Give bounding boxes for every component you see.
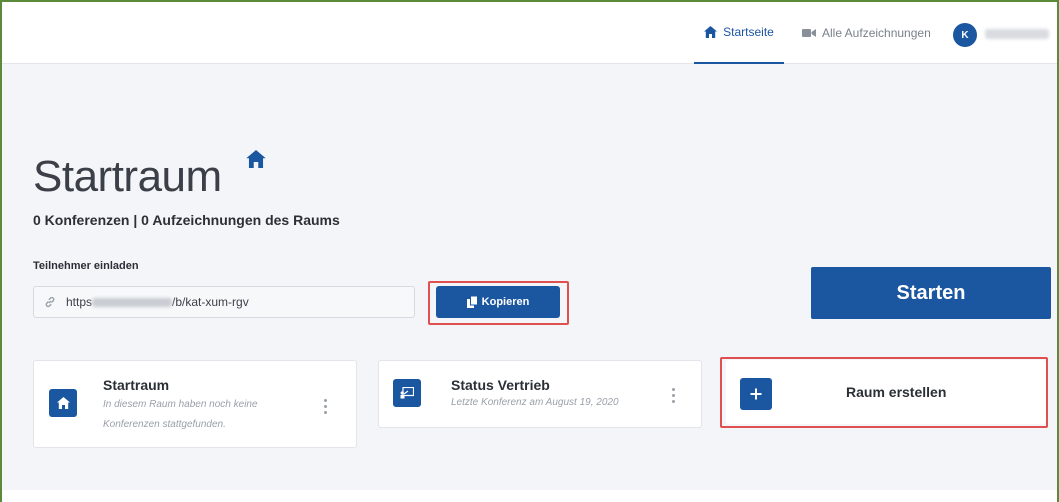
presentation-icon <box>393 379 421 407</box>
invite-url-prefix: https <box>66 295 93 309</box>
room-card-menu-icon[interactable] <box>324 399 328 414</box>
plus-icon <box>740 378 772 410</box>
start-button[interactable]: Starten <box>811 267 1051 319</box>
copy-button[interactable]: Kopieren <box>436 286 560 318</box>
room-card-menu-icon[interactable] <box>672 388 676 403</box>
room-card-title: Startraum <box>103 377 170 393</box>
copy-icon <box>466 296 478 308</box>
nav-recordings-label: Alle Aufzeichnungen <box>822 26 931 40</box>
home-icon <box>704 26 718 38</box>
url-domain-redacted <box>92 298 173 308</box>
app-frame: Startseite Alle Aufzeichnungen K Startra… <box>0 0 1059 502</box>
home-icon <box>49 389 77 417</box>
room-stats: 0 Konferenzen | 0 Aufzeichnungen des Rau… <box>33 212 340 228</box>
create-room-label: Raum erstellen <box>846 384 947 400</box>
invite-url-text: https/b/kat-xum-rgv <box>66 295 249 309</box>
room-card-subtitle-line1: In diesem Raum haben noch keine <box>103 399 258 410</box>
video-camera-icon <box>802 29 816 37</box>
copy-button-label: Kopieren <box>481 296 530 308</box>
invite-url-suffix: /b/kat-xum-rgv <box>172 295 249 309</box>
link-icon <box>45 296 55 308</box>
footer-area <box>2 490 1057 502</box>
create-room-card[interactable]: Raum erstellen <box>726 360 1046 424</box>
top-navbar: Startseite Alle Aufzeichnungen K <box>2 2 1057 64</box>
user-avatar[interactable]: K <box>953 23 977 47</box>
room-card-title: Status Vertrieb <box>451 377 550 393</box>
room-card-subtitle: Letzte Konferenz am August 19, 2020 <box>451 397 619 408</box>
nav-home-label: Startseite <box>723 25 774 39</box>
invite-url-field[interactable]: https/b/kat-xum-rgv <box>33 286 415 318</box>
home-room-icon <box>246 150 266 168</box>
nav-recordings-link[interactable]: Alle Aufzeichnungen <box>802 2 931 64</box>
nav-home-link[interactable]: Startseite <box>694 2 784 64</box>
invite-label: Teilnehmer einladen <box>33 260 139 272</box>
room-title: Startraum <box>33 152 222 201</box>
room-card-startraum[interactable]: Startraum In diesem Raum haben noch kein… <box>33 360 357 448</box>
room-card-status-vertrieb[interactable]: Status Vertrieb Letzte Konferenz am Augu… <box>378 360 702 428</box>
room-card-subtitle-line2: Konferenzen stattgefunden. <box>103 419 226 430</box>
username-redacted[interactable] <box>985 29 1049 39</box>
room-card-subtitle: In diesem Raum haben noch keine Konferen… <box>103 395 258 435</box>
